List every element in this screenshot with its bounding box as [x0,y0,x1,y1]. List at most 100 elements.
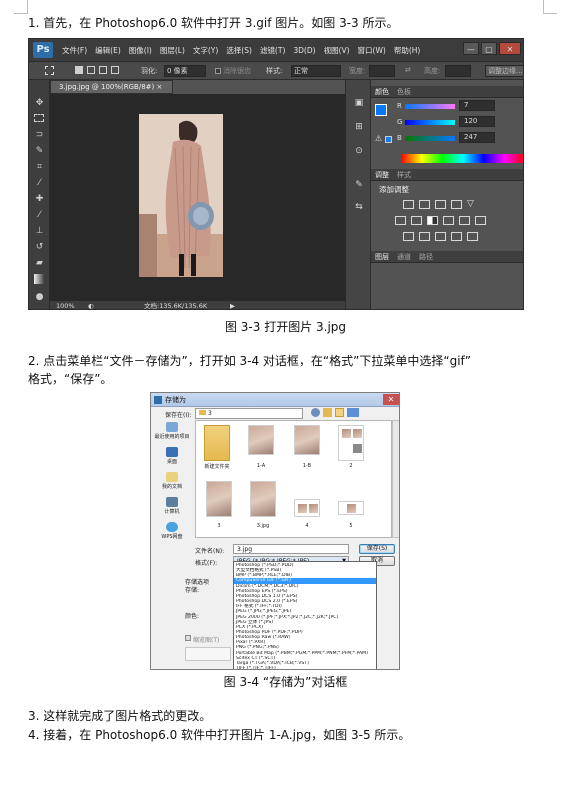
tab-styles[interactable]: 样式 [397,170,411,180]
menu-window[interactable]: 窗口(W) [354,45,390,56]
channel-b-slider[interactable] [405,136,455,141]
close-button[interactable]: ✕ [499,42,521,55]
file-thumb-3jpg[interactable] [250,481,276,517]
height-input[interactable] [445,65,471,77]
file-thumb-1b[interactable] [294,425,320,455]
new-selection-icon[interactable] [75,66,83,74]
tab-swatches[interactable]: 色板 [397,87,411,97]
zoom-level[interactable]: 100% [56,301,75,309]
file-thumb-3[interactable] [206,481,232,517]
levels-icon[interactable] [419,200,430,209]
file-thumb-1a[interactable] [248,425,274,455]
hue-saturation-icon[interactable] [395,216,406,225]
save-button[interactable]: 保存(S) [359,544,395,554]
tab-color[interactable]: 颜色 [375,87,389,97]
file-list-area[interactable]: 新建文件夹 1-A 1-B 2 3 3.jpg 4 5 [195,420,392,538]
file-thumb-2[interactable] [338,425,364,461]
swap-icon[interactable]: ⇄ [405,66,411,74]
nav-desktop[interactable]: 桌面 [152,447,192,465]
channel-g-input[interactable]: 120 [459,116,495,127]
channel-g-slider[interactable] [405,120,455,125]
menu-view[interactable]: 视图(V) [320,45,354,56]
marquee-preset-icon[interactable] [45,66,54,75]
nav-recent[interactable]: 最近使用的项目 [152,422,192,440]
foreground-color-swatch[interactable] [375,104,387,116]
blur-icon[interactable]: ● [34,292,45,302]
selective-color-icon[interactable] [467,232,478,241]
intersect-selection-icon[interactable] [111,66,119,74]
refine-edge-button[interactable]: 调整边缘... [485,65,523,77]
file-thumb-5[interactable] [338,501,364,515]
color-lookup-icon[interactable] [475,216,486,225]
dialog-close-button[interactable]: ✕ [383,394,399,405]
curves-icon[interactable] [435,200,446,209]
menu-layer[interactable]: 图层(L) [156,45,189,56]
document-tab[interactable]: 3.jpg.jpg @ 100%(RGB/8#) × [50,80,173,94]
marquee-icon[interactable] [34,114,44,122]
exposure-icon[interactable] [451,200,462,209]
tab-layers[interactable]: 图层 [375,252,389,262]
crop-icon[interactable]: ⌗ [34,162,45,172]
brightness-contrast-icon[interactable] [403,200,414,209]
menu-select[interactable]: 选择(S) [222,45,256,56]
menu-file[interactable]: 文件(F) [58,45,91,56]
brush-panel-icon[interactable]: ✎ [353,180,365,190]
format-option[interactable]: TIFF (*.TIF;*.TIFF) [234,666,376,669]
channel-r-slider[interactable] [405,104,455,109]
subtract-selection-icon[interactable] [99,66,107,74]
save-in-select[interactable]: 3 [195,408,303,419]
thumbnail-checkbox[interactable] [185,635,191,641]
threshold-icon[interactable] [435,232,446,241]
file-thumb-new-folder[interactable] [204,425,230,461]
up-folder-icon[interactable] [323,408,332,417]
history-panel-icon[interactable]: ▣ [353,98,365,108]
channel-r-input[interactable]: 7 [459,100,495,111]
menu-type[interactable]: 文字(Y) [189,45,222,56]
stamp-icon[interactable]: ⊥ [34,226,45,236]
maximize-button[interactable]: ▢ [481,42,497,55]
nav-documents[interactable]: 我的文档 [152,472,192,490]
history-brush-icon[interactable]: ↺ [34,242,45,252]
filename-input[interactable]: 3.jpg [233,544,349,554]
status-info-icon[interactable]: ◐ [88,301,94,309]
back-icon[interactable] [311,408,320,417]
status-menu-arrow-icon[interactable]: ▶ [230,301,235,309]
menu-edit[interactable]: 编辑(E) [91,45,125,56]
invert-icon[interactable] [403,232,414,241]
clone-source-panel-icon[interactable]: ⇆ [353,202,365,212]
actions-panel-icon[interactable]: ⊙ [353,146,365,156]
file-list-scrollbar[interactable] [392,420,399,538]
tab-paths[interactable]: 路径 [419,252,433,262]
tab-channels[interactable]: 通道 [397,252,411,262]
tab-adjustments[interactable]: 调整 [375,170,389,180]
quick-select-icon[interactable]: ✎ [34,146,45,156]
style-select[interactable]: 正常 [291,65,341,77]
width-input[interactable] [369,65,395,77]
black-white-icon[interactable] [427,216,438,225]
eyedropper-icon[interactable]: ⁄ [34,178,45,188]
move-icon[interactable]: ✥ [34,98,45,108]
healing-icon[interactable]: ✚ [34,194,45,204]
channel-b-input[interactable]: 247 [459,132,495,143]
color-spectrum-bar[interactable] [401,154,523,163]
color-balance-icon[interactable] [411,216,422,225]
gradient-map-icon[interactable] [451,232,462,241]
view-menu-icon[interactable] [347,408,359,417]
format-dropdown-list[interactable]: Photoshop (*.PSD;*.PDD) 大型文档格式 (*.PSB) BMP… [233,561,377,669]
brush-icon[interactable]: ⁄ [34,210,45,220]
add-selection-icon[interactable] [87,66,95,74]
lasso-icon[interactable]: ⊃ [34,130,45,140]
gradient-icon[interactable] [34,274,45,284]
menu-3d[interactable]: 3D(D) [289,46,319,55]
menu-help[interactable]: 帮助(H) [390,45,425,56]
eraser-icon[interactable]: ▰ [34,258,45,268]
nav-wps-cloud[interactable]: WPS网盘 [152,522,192,540]
minimize-button[interactable]: — [463,42,479,55]
properties-panel-icon[interactable]: ⊞ [353,122,365,132]
gamut-swatch[interactable] [385,136,392,143]
antialias-checkbox[interactable] [215,68,221,74]
new-folder-icon[interactable] [335,408,344,417]
feather-input[interactable]: 0 像素 [164,65,206,77]
channel-mixer-icon[interactable] [459,216,470,225]
menu-filter[interactable]: 滤镜(T) [256,45,289,56]
